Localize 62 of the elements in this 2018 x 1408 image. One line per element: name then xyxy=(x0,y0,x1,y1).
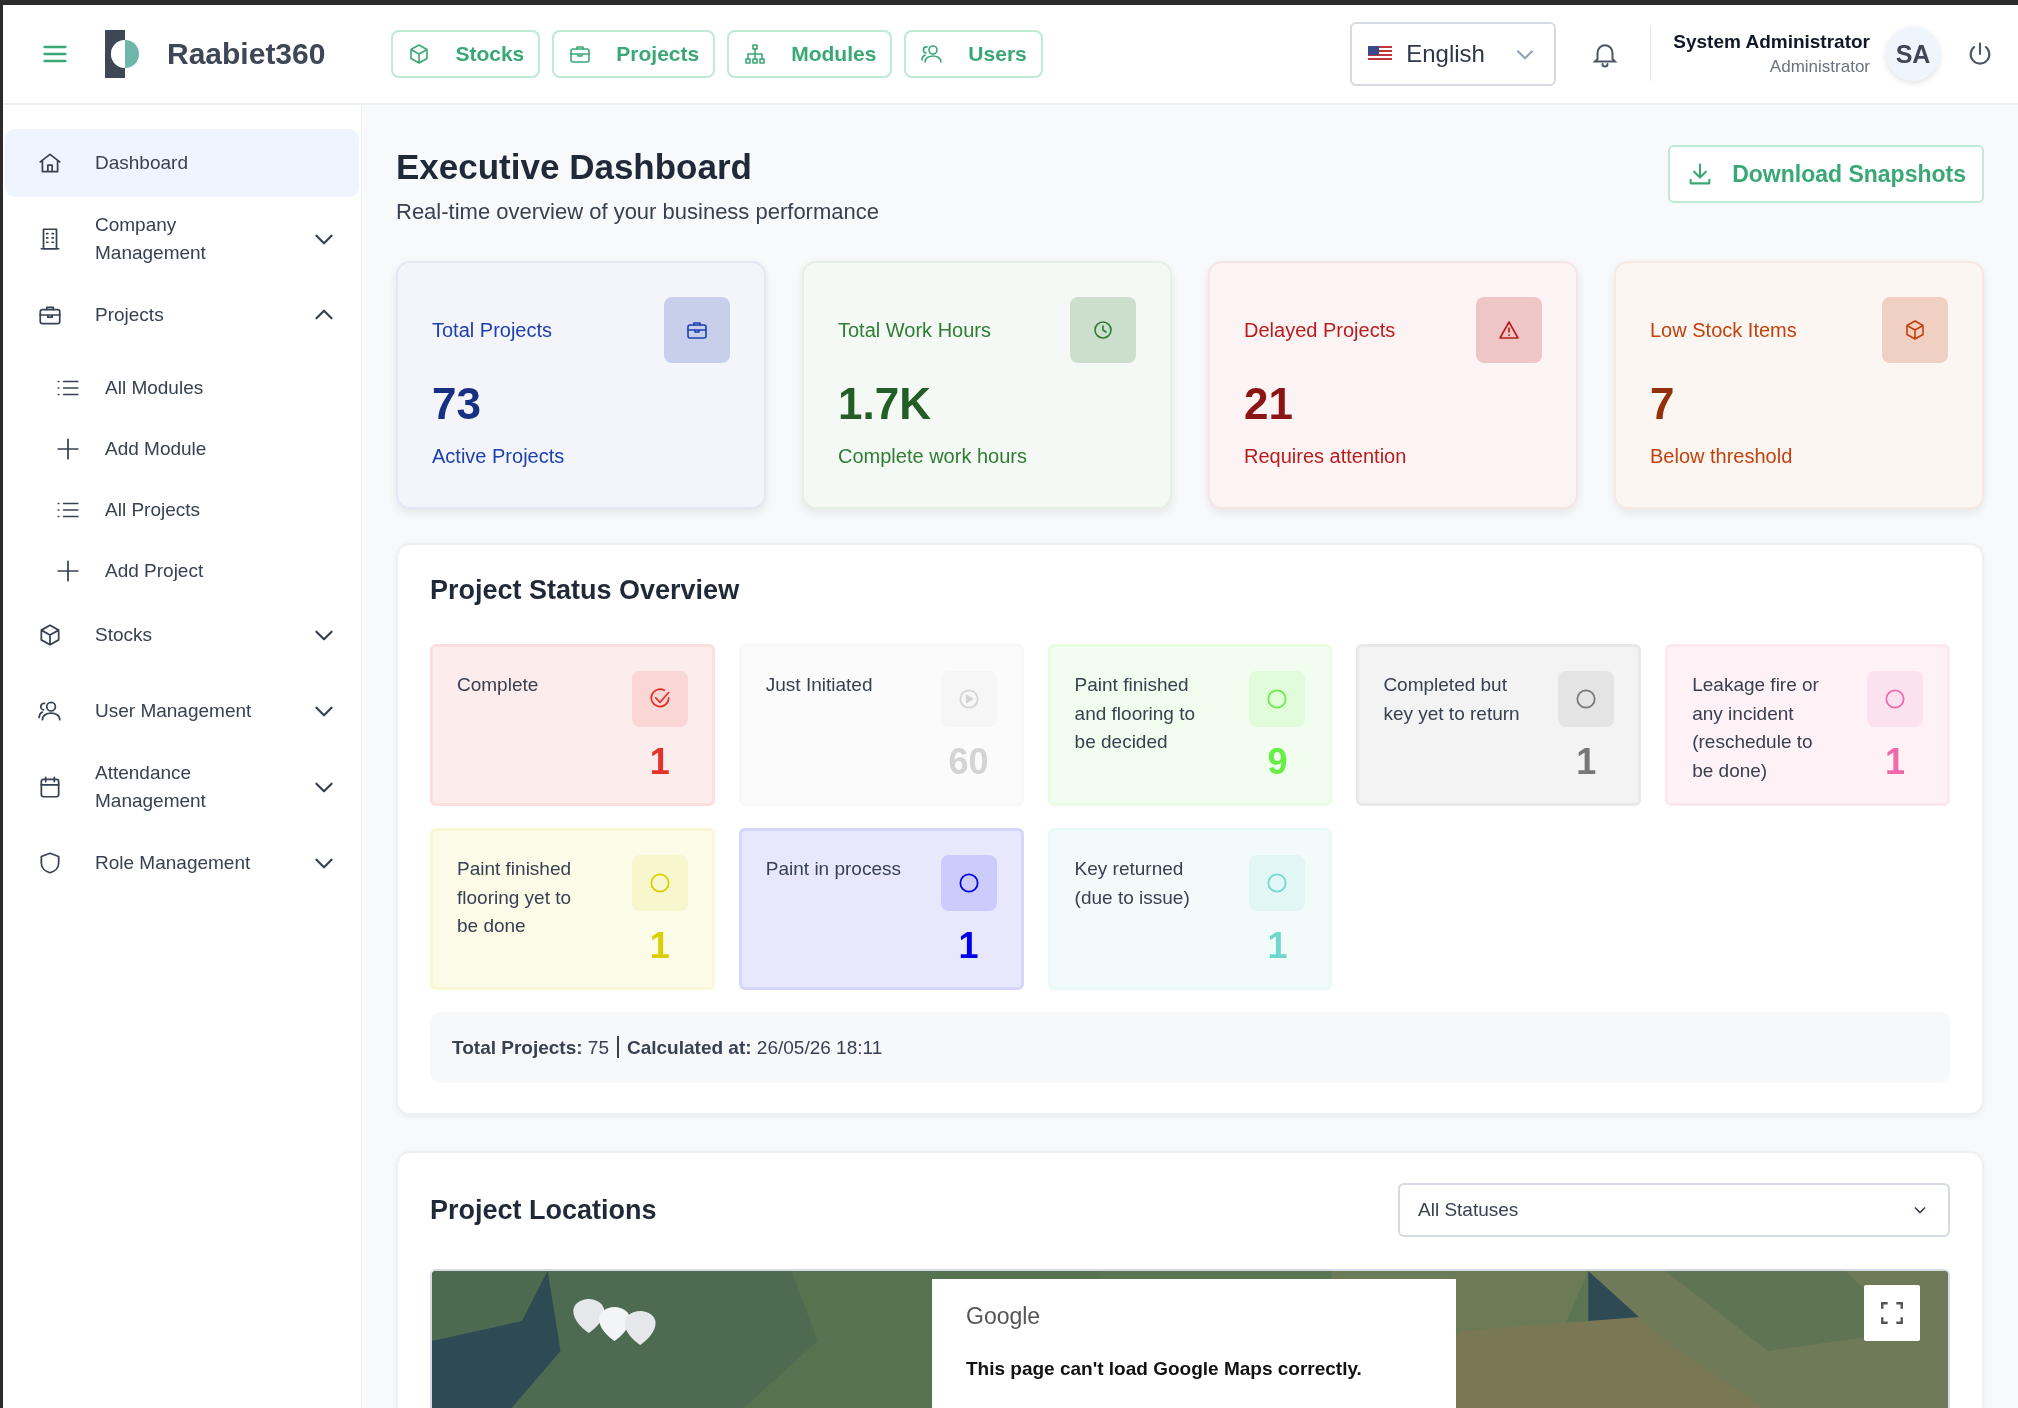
sidebar-item[interactable]: Attendance Management xyxy=(5,753,359,821)
stat-caption: Requires attention xyxy=(1244,445,1408,468)
sidebar-subitem[interactable]: All Projects xyxy=(3,479,361,540)
sidebar-item[interactable]: Projects xyxy=(5,281,359,349)
map-error-message: This page can't load Google Maps correctly. xyxy=(966,1358,1362,1380)
fullscreen-button[interactable] xyxy=(1864,1285,1920,1341)
stat-caption: Below threshold xyxy=(1650,445,1794,468)
language-select[interactable]: English xyxy=(1350,22,1557,86)
status-label: Paint in process xyxy=(765,857,901,881)
user-role: Administrator xyxy=(1769,57,1870,77)
stat-caption: Active Projects xyxy=(432,445,566,468)
section-title: Project Locations xyxy=(430,1194,657,1226)
user-avatar[interactable]: SA xyxy=(1886,27,1940,81)
status-count: 1 xyxy=(1884,741,1905,783)
stat-title: Delayed Projects xyxy=(1244,318,1396,342)
status-filter-select[interactable]: All Statuses xyxy=(1398,1183,1950,1237)
users-icon xyxy=(920,42,945,66)
status-label: Leakage fire or any incident (reschedule to be done) xyxy=(1692,673,1820,783)
stat-value: 1.7K xyxy=(838,379,932,429)
status-count: 1 xyxy=(649,925,670,967)
status-count: 1 xyxy=(1267,925,1288,967)
status-label: Just Initiated xyxy=(765,673,873,697)
hierarchy-icon xyxy=(743,42,768,66)
warning-icon xyxy=(1497,318,1521,342)
status-count: 9 xyxy=(1267,741,1288,783)
stat-title: Low Stock Items xyxy=(1650,318,1797,342)
section-title: Project Status Overview xyxy=(430,575,741,606)
map-provider-name: Google xyxy=(966,1303,1041,1330)
sidebar-item[interactable]: Dashboard xyxy=(5,129,359,197)
sidebar-item[interactable]: Role Management xyxy=(5,829,359,897)
flag-icon xyxy=(1368,46,1393,62)
sidebar-subitem[interactable]: Add Project xyxy=(3,540,361,601)
status-label: Key returned (due to issue) xyxy=(1074,857,1191,910)
status-label: Completed but key yet to return xyxy=(1383,673,1521,726)
status-label: Complete xyxy=(457,673,539,697)
cube-icon xyxy=(37,622,63,648)
sidebar-subitem[interactable]: All Modules xyxy=(3,357,361,418)
status-count: 1 xyxy=(649,741,670,783)
stat-value: 73 xyxy=(432,379,482,429)
sidebar-item[interactable]: Stocks xyxy=(5,601,359,669)
shield-icon xyxy=(37,850,63,876)
page-title: Executive Dashboard xyxy=(396,147,753,187)
fullscreen-icon xyxy=(1879,1300,1905,1326)
stat-caption: Complete work hours xyxy=(838,445,1028,468)
calendar-icon xyxy=(37,774,63,800)
status-label: Paint finished and flooring to be decided xyxy=(1074,673,1196,754)
clock-icon xyxy=(1091,318,1115,342)
stat-title: Total Work Hours xyxy=(838,318,991,342)
status-summary: Total Projects: 75 Calculated at: 26/05/26 18:11 xyxy=(430,1012,1950,1083)
cube-icon xyxy=(1903,318,1927,342)
sidebar-item[interactable]: Company Management xyxy=(5,205,359,273)
page-subtitle: Real-time overview of your business performance xyxy=(396,199,879,225)
stat-value: 7 xyxy=(1650,379,1676,429)
sidebar-subitem[interactable]: Add Module xyxy=(3,418,361,479)
stat-title: Total Projects xyxy=(432,318,553,342)
status-count: 1 xyxy=(1576,741,1597,783)
user-name: System Administrator xyxy=(1673,31,1870,53)
app-name: Raabiet360 xyxy=(167,37,326,71)
status-count: 1 xyxy=(958,925,979,967)
status-label: Paint finished flooring yet to be done xyxy=(457,857,573,938)
sidebar-item[interactable]: User Management xyxy=(5,677,359,745)
stat-value: 21 xyxy=(1244,379,1294,429)
